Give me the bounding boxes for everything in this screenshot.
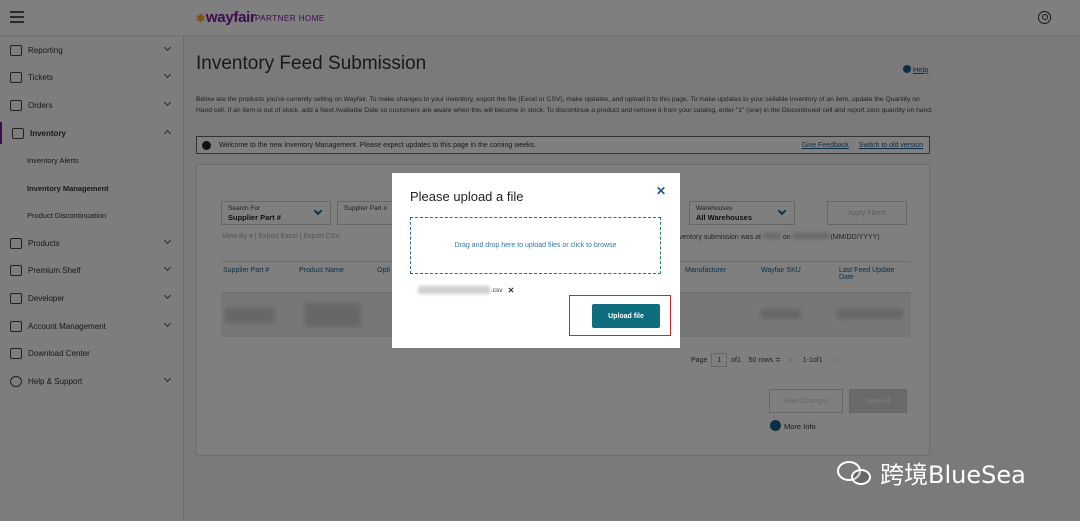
dropzone-text: Drag and drop here to upload files or cl…	[454, 242, 617, 249]
close-icon[interactable]: ✕	[656, 184, 666, 198]
redacted-filename	[418, 286, 490, 294]
remove-file-icon[interactable]: ✕	[508, 286, 515, 295]
file-dropzone[interactable]: Drag and drop here to upload files or cl…	[410, 217, 661, 274]
watermark: 跨境BlueSea	[837, 455, 1026, 490]
modal-title: Please upload a file	[410, 189, 524, 204]
wechat-icon	[837, 459, 873, 487]
highlight-box	[569, 295, 671, 336]
selected-file-chip: .csv ✕	[418, 284, 514, 296]
